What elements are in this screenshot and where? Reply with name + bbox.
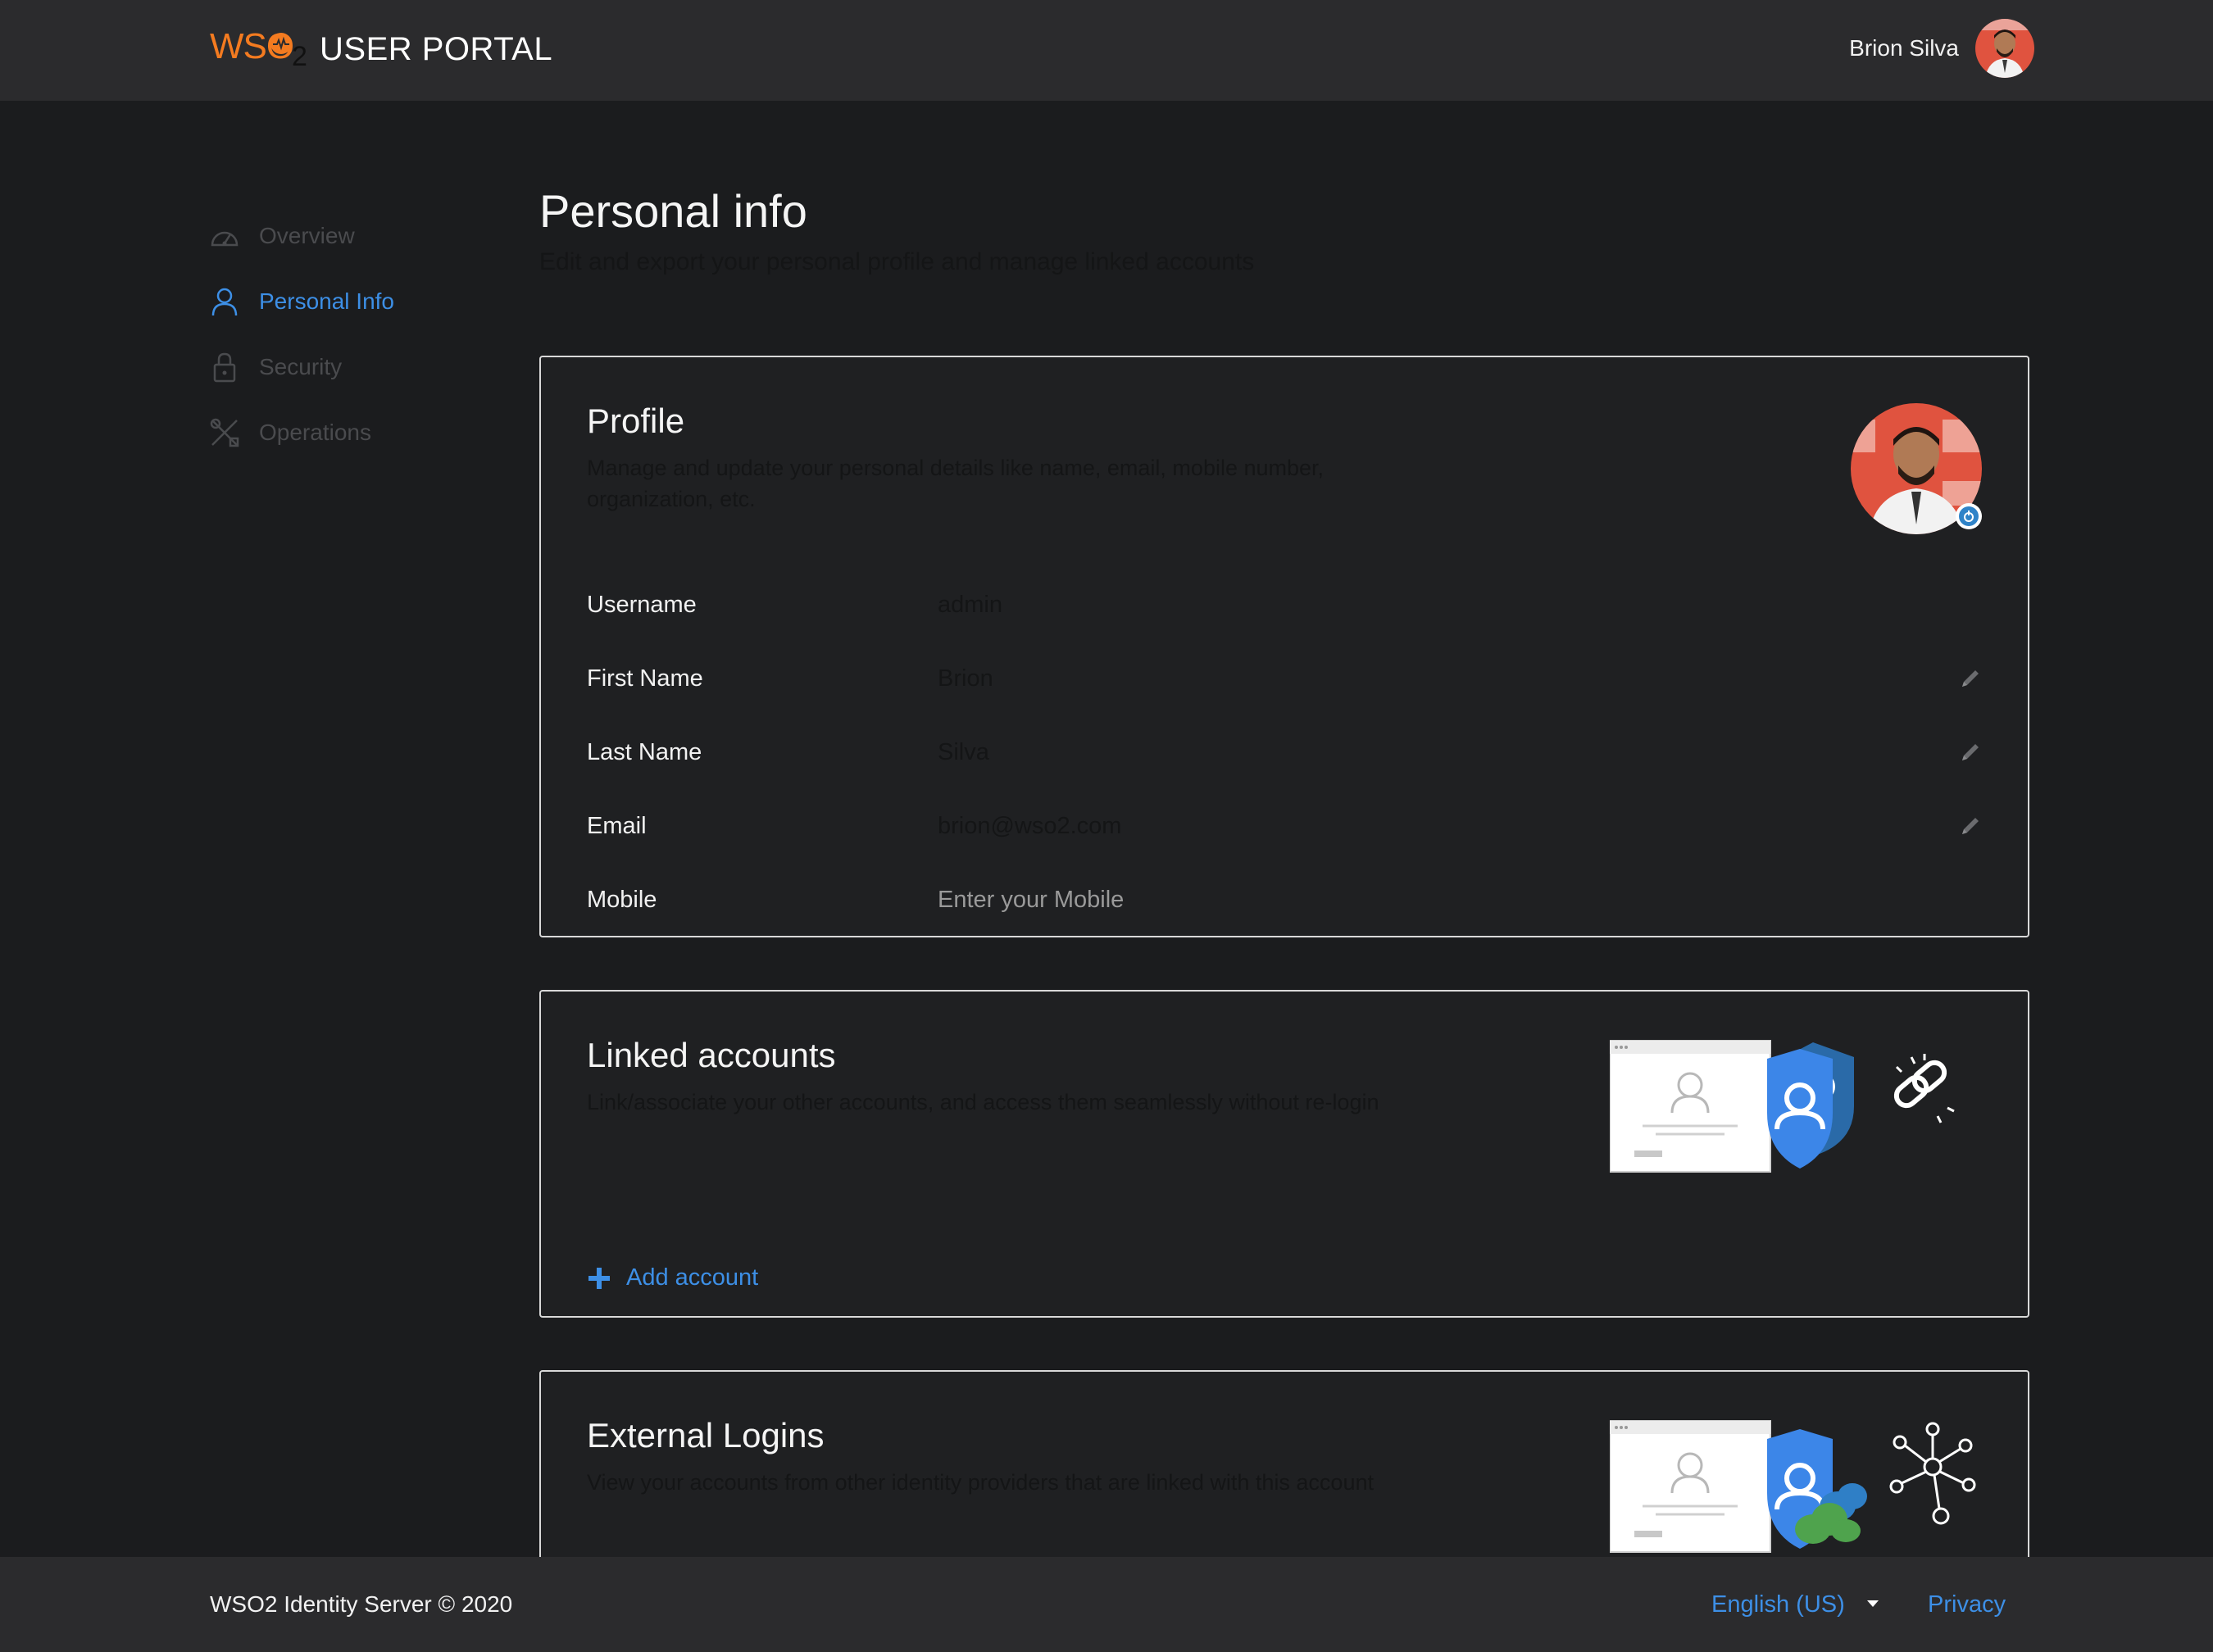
pencil-icon[interactable] — [1956, 811, 1985, 841]
sidebar-item-overview[interactable]: Overview — [208, 203, 503, 269]
field-label: Email — [587, 812, 647, 839]
field-label: First Name — [587, 665, 703, 692]
linked-accounts-illustration — [1609, 1037, 1979, 1193]
linked-accounts-title: Linked accounts — [587, 1036, 836, 1074]
profile-title: Profile — [587, 402, 685, 440]
page-subtitle: Edit and export your personal profile an… — [539, 248, 1255, 275]
linked-accounts-description: Link/associate your other accounts, and … — [587, 1090, 1379, 1114]
tools-icon — [208, 416, 241, 449]
footer-copyright: WSO2 Identity Server © 2020 — [210, 1591, 513, 1617]
user-menu[interactable]: Brion Silva — [1849, 19, 2034, 78]
profile-row-mobile: Mobile Enter your Mobile — [587, 875, 1985, 924]
external-logins-illustration — [1609, 1418, 1979, 1565]
field-label: Last Name — [587, 738, 702, 765]
sidebar-item-label: Overview — [259, 223, 355, 248]
sidebar-item-label: Personal Info — [259, 288, 394, 314]
profile-card: Profile Manage and update your personal … — [539, 356, 2029, 937]
profile-row-last-name: Last Name Silva — [587, 728, 1985, 777]
user-icon — [208, 285, 241, 318]
add-account-label: Add account — [626, 1264, 759, 1291]
profile-avatar[interactable] — [1851, 403, 1982, 534]
lock-icon — [208, 351, 241, 384]
add-account-button[interactable]: Add account — [587, 1264, 758, 1291]
logo-subscript: 2 — [292, 41, 307, 72]
logo-pulse-icon — [270, 33, 292, 54]
linked-accounts-card: Linked accounts Link/associate your othe… — [539, 990, 2029, 1318]
footer: WSO2 Identity Server © 2020 English (US)… — [0, 1557, 2213, 1652]
top-bar: WSO 2 USER PORTAL Brion Silva — [0, 0, 2213, 101]
sidebar-item-security[interactable]: Security — [208, 334, 503, 400]
profile-row-first-name: First Name Brion — [587, 654, 1985, 703]
external-logins-title: External Logins — [587, 1416, 825, 1455]
field-value: Brion — [938, 665, 993, 692]
portal-title: USER PORTAL — [320, 30, 553, 67]
plus-icon — [587, 1266, 611, 1291]
page-title: Personal info — [539, 185, 807, 237]
avatar[interactable] — [1975, 19, 2034, 78]
wso2-logo: WSO 2 — [210, 23, 308, 75]
field-value: admin — [938, 591, 1002, 618]
sidebar-item-operations[interactable]: Operations — [208, 400, 503, 465]
sidebar-item-label: Operations — [259, 420, 371, 445]
profile-row-username: Username admin — [587, 580, 1985, 629]
privacy-link[interactable]: Privacy — [1928, 1591, 2006, 1618]
field-value: Silva — [938, 738, 989, 765]
field-label: Mobile — [587, 886, 657, 913]
sidebar-item-personal-info[interactable]: Personal Info — [208, 269, 503, 334]
profile-row-email: Email brion@wso2.com — [587, 801, 1985, 851]
camera-icon[interactable] — [1956, 503, 1982, 529]
language-label: English (US) — [1711, 1591, 1845, 1618]
brand[interactable]: WSO 2 USER PORTAL — [210, 23, 552, 75]
field-value: brion@wso2.com — [938, 812, 1122, 839]
language-selector[interactable]: English (US) — [1711, 1591, 1879, 1618]
sidebar-item-label: Security — [259, 354, 343, 379]
mobile-field[interactable]: Enter your Mobile — [938, 887, 1985, 914]
profile-description: Manage and update your personal details … — [587, 456, 1325, 511]
pencil-icon[interactable] — [1956, 738, 1985, 767]
sidebar: Overview Personal Info Security Operatio… — [208, 203, 503, 465]
user-name: Brion Silva — [1849, 35, 1959, 61]
dashboard-icon — [208, 220, 241, 252]
pencil-icon[interactable] — [1956, 664, 1985, 693]
main-content: Personal info Edit and export your perso… — [539, 185, 2031, 279]
field-label: Username — [587, 591, 697, 618]
external-logins-description: View your accounts from other identity p… — [587, 1470, 1374, 1495]
caret-down-icon — [1866, 1597, 1879, 1612]
